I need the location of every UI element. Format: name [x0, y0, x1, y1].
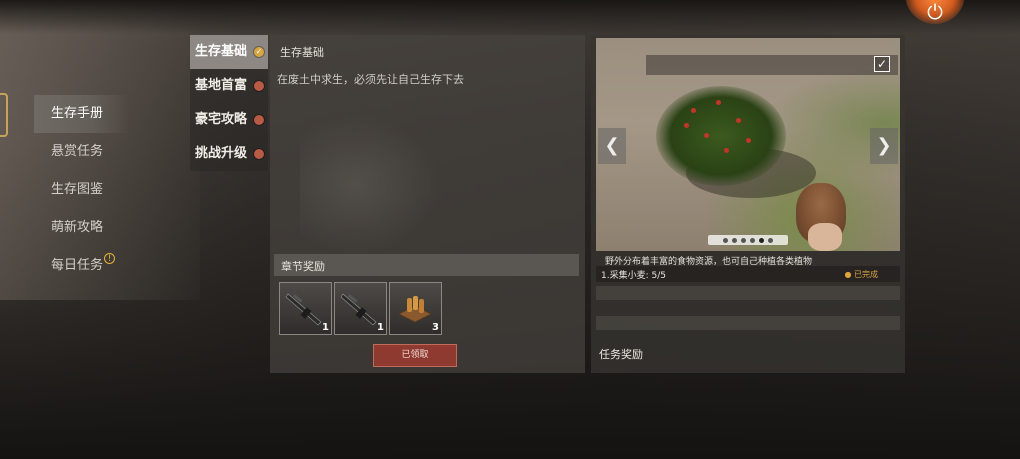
- pager-dot[interactable]: [750, 237, 755, 243]
- content-description: 在废土中求生，必须先让自己生存下去: [277, 73, 464, 86]
- side-item-label: 生存手册: [51, 106, 104, 121]
- berry: [716, 100, 721, 105]
- ammo-crate-icon: [398, 296, 432, 323]
- reward-quantity: 3: [432, 322, 439, 333]
- reward-slot[interactable]: 1: [334, 282, 387, 335]
- top-shade: [0, 0, 1020, 34]
- quest-row: 1.采集小麦: 5/5 ● 已完成: [596, 266, 900, 282]
- alert-badge-icon: !: [104, 253, 115, 264]
- side-item-daily-tasks[interactable]: 每日任务 !: [34, 247, 164, 285]
- chapter-reward-label: 章节奖励: [281, 260, 325, 273]
- tab-survival-basics[interactable]: 生存基础 ✓: [190, 35, 268, 69]
- preview-panel: ✓ ❮ ❯ 野外分布着丰富的食物资源，也可自己种植各类植物 1.采集小麦: 5/…: [591, 35, 905, 373]
- claimed-button[interactable]: 已领取: [373, 344, 457, 367]
- background-watermark: [300, 115, 440, 255]
- pager-dot[interactable]: [732, 237, 737, 243]
- tab-challenge-upgrade[interactable]: 挑战升级: [190, 137, 268, 171]
- auto-task-checkbox[interactable]: ✓: [874, 56, 890, 72]
- category-tabs: 生存基础 ✓ 基地首富 豪宅攻略 挑战升级: [190, 35, 268, 171]
- pager-dot[interactable]: [741, 237, 746, 243]
- side-nav: 生存手册 悬赏任务 生存图鉴 萌新攻略 每日任务 !: [34, 95, 164, 285]
- berry: [704, 133, 709, 138]
- quest-status: ● 已完成: [844, 270, 878, 279]
- rifle-icon: [285, 293, 322, 326]
- side-item-survival-codex[interactable]: 生存图鉴: [34, 171, 164, 209]
- content-panel: 生存基础 在废土中求生，必须先让自己生存下去 章节奖励 1 1 3 已领取: [270, 35, 585, 373]
- rifle-icon: [340, 293, 377, 326]
- status-dot-icon: [254, 81, 264, 91]
- status-dot-icon: [254, 149, 264, 159]
- reward-slots: 1 1 3: [279, 282, 442, 335]
- berry: [746, 138, 751, 143]
- preview-image: ✓ ❮ ❯: [596, 38, 900, 251]
- tab-base-tycoon[interactable]: 基地首富: [190, 69, 268, 103]
- pager-dot-active[interactable]: [759, 237, 764, 243]
- tab-mansion-guide[interactable]: 豪宅攻略: [190, 103, 268, 137]
- task-reward-label: 任务奖励: [599, 348, 643, 361]
- tab-label: 基地首富: [195, 78, 248, 93]
- berry: [691, 108, 696, 113]
- power-icon: ⏻: [927, 0, 943, 24]
- pager-dot[interactable]: [768, 237, 773, 243]
- completed-check-icon: ✓: [254, 47, 264, 57]
- reward-slot[interactable]: 1: [279, 282, 332, 335]
- quest-text: 1.采集小麦: 5/5: [601, 271, 666, 281]
- berry: [724, 148, 729, 153]
- tab-label: 生存基础: [195, 44, 248, 59]
- reward-quantity: 1: [322, 322, 329, 333]
- side-item-newbie-guide[interactable]: 萌新攻略: [34, 209, 164, 247]
- character-face: [808, 223, 842, 251]
- berry-bush: [656, 86, 786, 186]
- tab-label: 豪宅攻略: [195, 112, 248, 127]
- tab-label: 挑战升级: [195, 146, 248, 161]
- auto-task-strip: [646, 55, 898, 75]
- side-item-survival-manual[interactable]: 生存手册: [34, 95, 129, 133]
- next-arrow-icon[interactable]: ❯: [870, 128, 898, 164]
- pager-dot[interactable]: [723, 237, 728, 243]
- reward-slot[interactable]: 3: [389, 282, 442, 335]
- prev-arrow-icon[interactable]: ❮: [598, 128, 626, 164]
- side-item-label: 生存图鉴: [51, 182, 104, 197]
- bracket-indicator: [0, 93, 8, 137]
- side-item-label: 萌新攻略: [51, 220, 104, 235]
- reward-quantity: 1: [377, 322, 384, 333]
- image-pager: [708, 235, 788, 245]
- status-dot-icon: [254, 115, 264, 125]
- side-item-label: 每日任务: [51, 258, 104, 273]
- berry: [684, 123, 689, 128]
- empty-quest-row: [596, 286, 900, 300]
- chapter-reward-header: 章节奖励: [274, 254, 579, 276]
- content-title: 生存基础: [280, 46, 324, 59]
- side-item-bounty-tasks[interactable]: 悬赏任务: [34, 133, 164, 171]
- side-item-label: 悬赏任务: [51, 144, 104, 159]
- empty-quest-row: [596, 316, 900, 330]
- berry: [736, 118, 741, 123]
